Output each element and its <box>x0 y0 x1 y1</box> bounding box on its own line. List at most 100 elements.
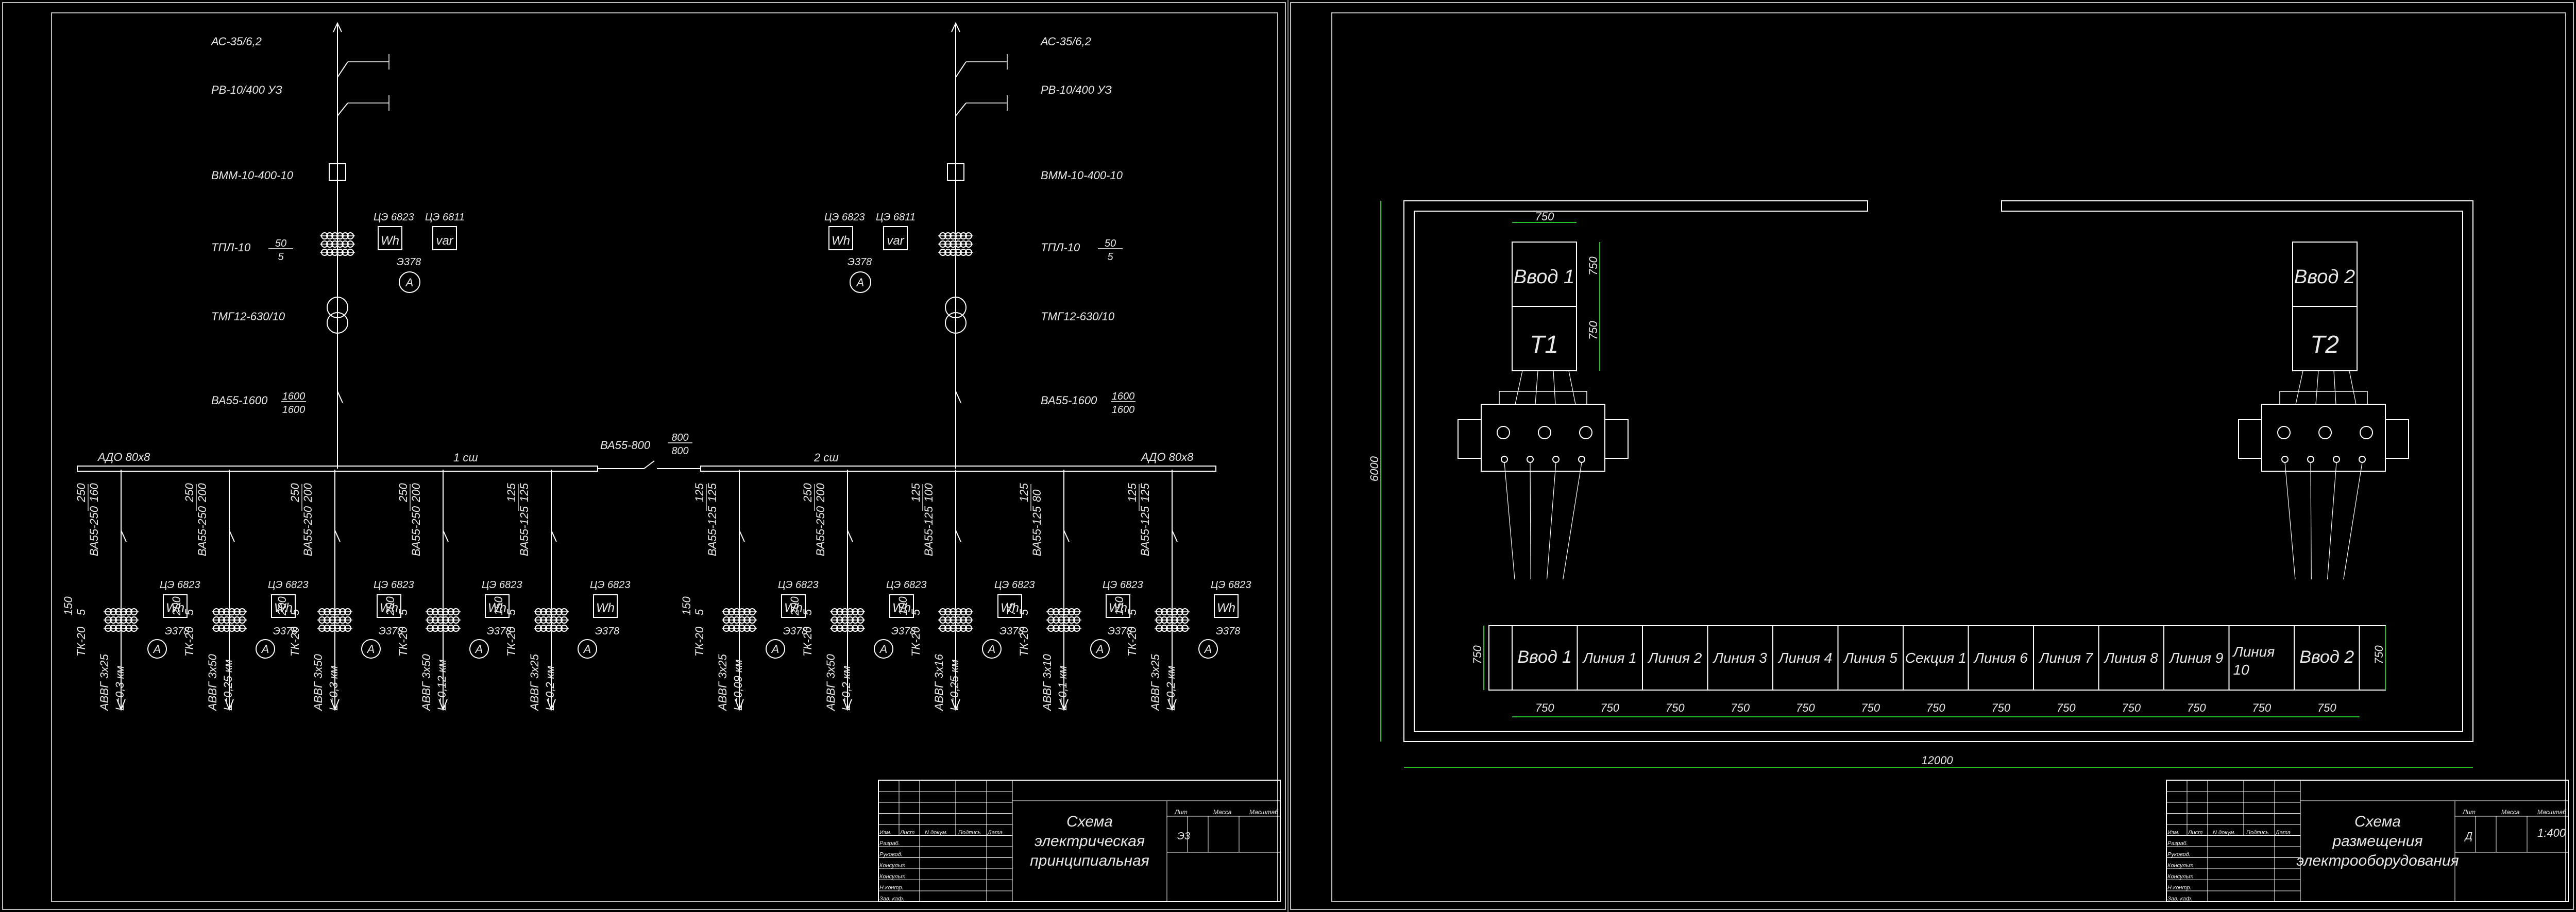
label: 750 <box>2372 645 2385 664</box>
ct-ratio: 200 <box>384 596 397 616</box>
drawing-title: электрооборудования <box>2296 852 2459 869</box>
busbar-section-2 <box>700 466 1216 472</box>
fraction-den: 5 <box>1107 251 1113 263</box>
cable-label: АВВГ 3х10 <box>1041 653 1054 712</box>
lit-value: Э3 <box>1177 831 1190 842</box>
tie-breaker-label: ВА55-800 <box>600 439 651 452</box>
length-label: L=0,1 км <box>1056 666 1069 711</box>
breaker-label: ВА55-125 <box>518 506 531 556</box>
lit-value: Д <box>2464 831 2472 842</box>
breaker-rating: 200 <box>814 483 827 503</box>
label: Изм. <box>879 830 891 836</box>
label: Подпись <box>2246 830 2269 836</box>
label: N докум. <box>925 830 948 836</box>
length-label: L=0,25 км <box>222 660 234 711</box>
current-transformer-icon <box>938 232 973 256</box>
ct-ratio: 200 <box>788 596 801 616</box>
title-row-label: Руковод. <box>2167 852 2191 858</box>
transformer-label: ТМГ12-630/10 <box>1041 310 1115 323</box>
panel-label: Линия 6 <box>1973 650 2028 666</box>
current-transformer-icon <box>1155 608 1190 632</box>
outgoing-feeder: 125 125ВА55-125150 5ТК-20АВВГ 3х25 L=0,2 км… <box>492 470 630 712</box>
cable-label: АВВГ 3х25 <box>716 653 729 712</box>
ct-ratio: 5 <box>1018 609 1030 615</box>
meter-label: ЦЭ 6823 <box>482 579 522 591</box>
dimension-label: 750 <box>1666 701 1685 714</box>
ct-label: ТК-20 <box>909 626 922 657</box>
fraction-den: 800 <box>671 445 688 457</box>
breaker-rating: 160 <box>88 483 100 502</box>
fraction-den: 1600 <box>282 404 306 416</box>
outgoing-feeder: 125 125ВА55-125150 5ТК-20АВВГ 3х25 L=0,09 к… <box>680 470 818 712</box>
breaker-rating: 200 <box>196 483 209 503</box>
ammeter-symbol: A <box>261 643 269 656</box>
ammeter-symbol: A <box>987 643 996 656</box>
breaker-rating: 125 <box>1126 483 1139 502</box>
ct-ratio: 150 <box>62 596 75 615</box>
breaker-icon <box>334 530 341 542</box>
dimension-label: 750 <box>1535 701 1554 714</box>
busbar-label: АДО 80х8 <box>97 451 150 463</box>
breaker-icon <box>1063 530 1070 542</box>
section-label: 2 сш <box>814 451 839 464</box>
fraction-den: 1600 <box>1112 404 1135 416</box>
meter-label: ЦЭ 6823 <box>778 579 818 591</box>
panel-label: Ввод 2 <box>2299 647 2354 667</box>
outgoing-feeder: 250 200ВА55-250200 5ТК-20АВВГ 3х50 L=0,2 км… <box>788 470 926 712</box>
breaker-icon <box>443 530 449 542</box>
title-row-label: Консульт. <box>2167 874 2195 880</box>
current-transformer-icon <box>722 608 757 632</box>
drawing-canvas: АС-35/6,2 РВ-10/400 УЗ ВММ-10-400-10 ТПЛ-10… <box>2 0 2574 912</box>
dimension-label: 750 <box>1796 701 1815 714</box>
panel-label: Линия 8 <box>2104 650 2158 666</box>
meter-label: ЦЭ 6823 <box>590 579 630 591</box>
switchgear-row: Ввод 1 750 Линия 1 750 Линия 2 750 Линия 3 750 Л… <box>1488 625 2386 717</box>
panel-label: Линия <box>2232 644 2275 660</box>
panel-label: Линия 1 <box>1582 650 1637 666</box>
label: Лит <box>2462 808 2476 816</box>
meter-label: ЦЭ 6823 <box>374 212 414 223</box>
meter-label: ЦЭ 6823 <box>1211 579 1251 591</box>
ammeter-symbol: A <box>583 643 591 656</box>
length-label: L=0,2 км <box>544 666 556 711</box>
ct-ratio: 5 <box>1126 609 1139 615</box>
breaker-rating: 125 <box>693 483 706 502</box>
ammeter-symbol: A <box>879 643 888 656</box>
scale-value: 1:400 <box>2537 827 2566 839</box>
breaker-rating: 250 <box>75 483 88 503</box>
busbar-label: АДО 80х8 <box>1140 451 1194 463</box>
meter-label: ЦЭ 6823 <box>994 579 1035 591</box>
breaker-rating: 125 <box>1018 483 1030 502</box>
label: 750 <box>1535 210 1554 223</box>
ammeter-label: Э378 <box>848 256 872 268</box>
breaker-label: ВА55-125 <box>1030 506 1043 556</box>
ammeter-symbol: A <box>1204 643 1212 656</box>
cable-label: АВВГ 3х25 <box>528 653 541 712</box>
current-transformer-icon <box>104 608 139 632</box>
ct-label: ТПЛ-10 <box>211 241 251 254</box>
label: 750 <box>1471 645 1484 664</box>
outgoing-feeder: 125 100ВА55-125100 5ТК-20АВВГ 3х16 L=0,25 к… <box>896 470 1035 712</box>
title-row-label: Н.контр. <box>879 885 904 891</box>
ct-ratio: 5 <box>693 609 706 615</box>
drawing-title: принципиальная <box>1030 852 1149 869</box>
fraction-num: 1600 <box>282 391 306 402</box>
dimension-label: 750 <box>1861 701 1880 714</box>
title-row-label: Зав. каф. <box>879 896 904 902</box>
ammeter-symbol: A <box>771 643 779 656</box>
title-block: Изм. Лист N докум. Подпись Дата Разраб. Руково… <box>2166 780 2569 902</box>
breaker-icon <box>955 391 961 403</box>
section-label: 1 сш <box>453 451 478 464</box>
current-transformer-icon <box>212 608 247 632</box>
breaker-icon <box>847 530 853 542</box>
incoming-feeder: АС-35/6,2 РВ-10/400 УЗ ВММ-10-400-10 ТПЛ-10… <box>824 22 1136 469</box>
label: Подпись <box>958 830 981 836</box>
dimension-label: 750 <box>2122 701 2141 714</box>
breaker-rating: 200 <box>301 483 314 503</box>
length-label: L=0,2 км <box>840 666 853 711</box>
breaker-rating: 125 <box>909 483 922 502</box>
label: 6000 <box>1368 456 1381 481</box>
dimension-label: 750 <box>1926 701 1945 714</box>
length-label: L=0,2 км <box>1164 666 1177 711</box>
length-label: L=0,25 км <box>948 660 961 711</box>
